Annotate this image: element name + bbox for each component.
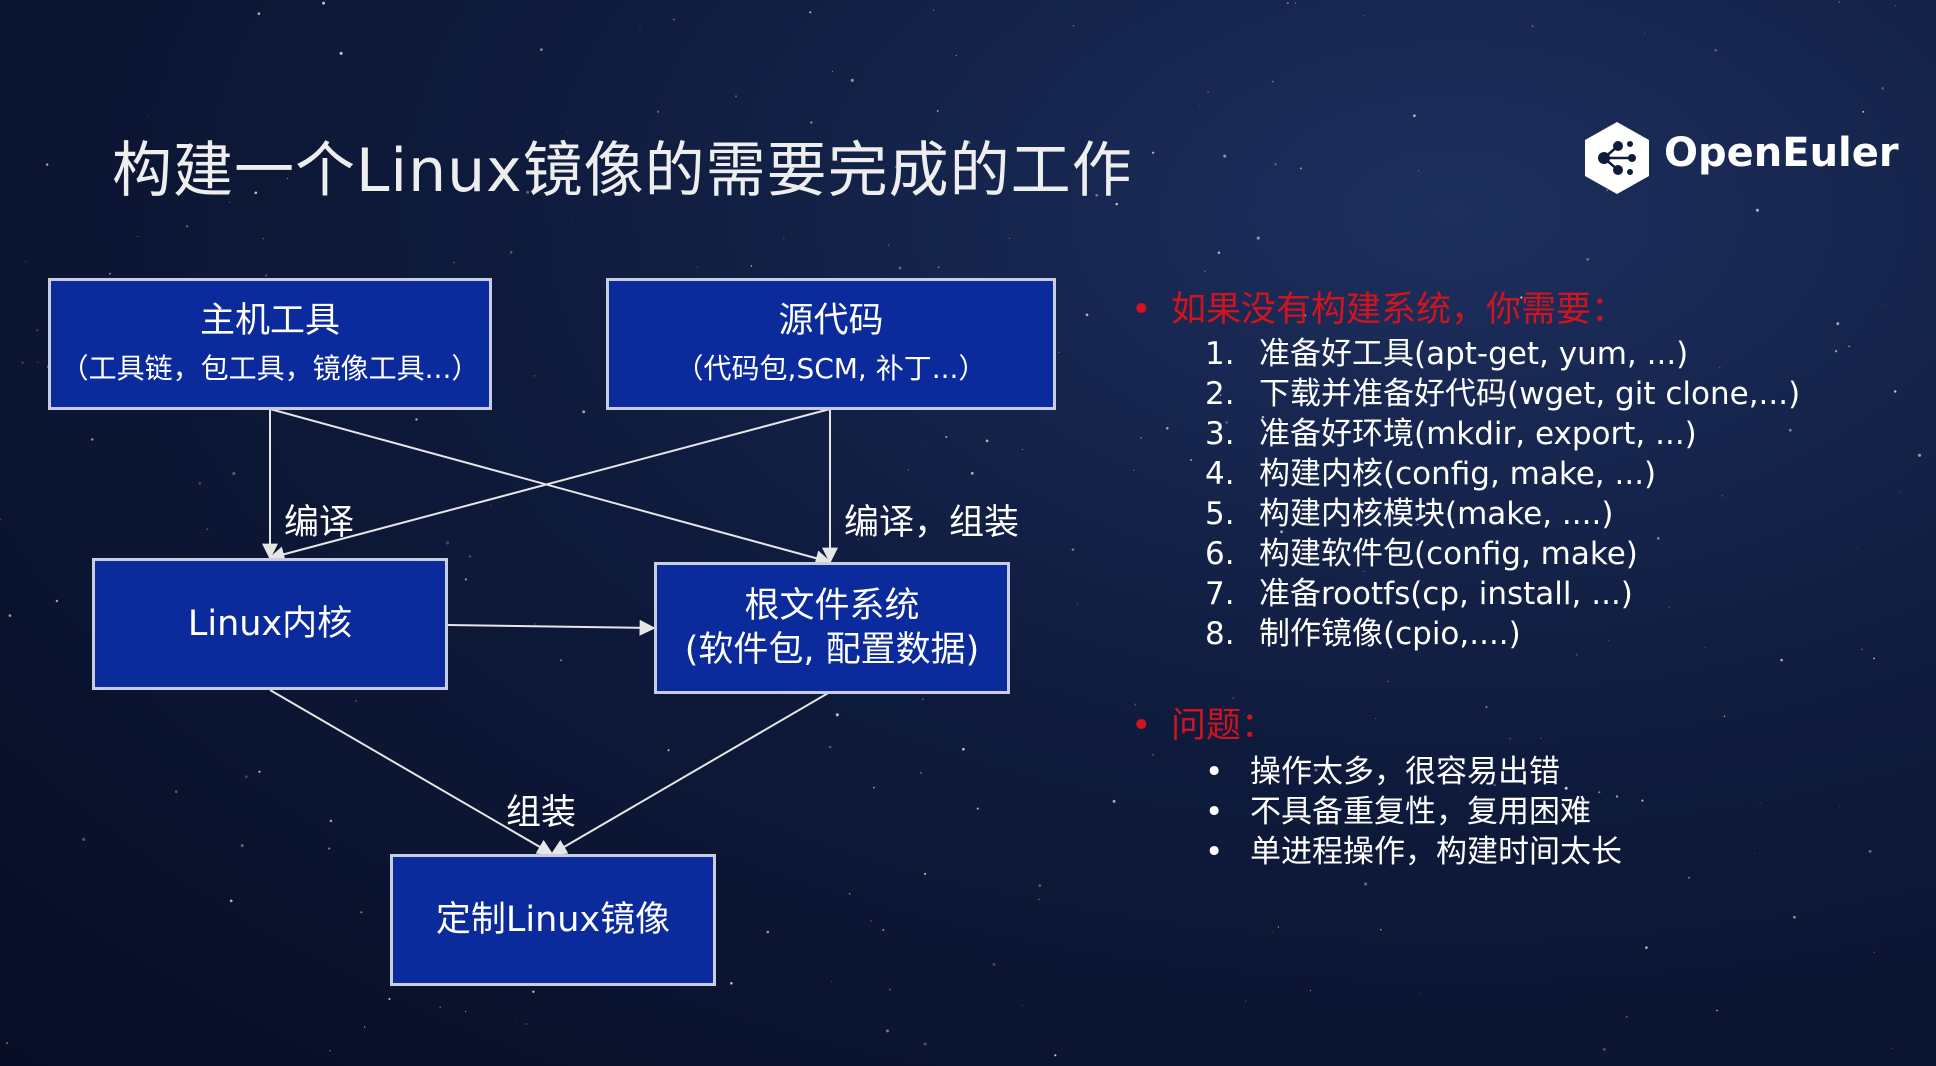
node-linux-kernel: Linux内核	[92, 558, 448, 690]
list-item: 7. 准备rootfs(cp, install, ...)	[1205, 576, 1633, 612]
steps-list: 1. 准备好工具(apt-get, yum, ...) 2. 下载并准备好代码(wg…	[1125, 334, 1915, 654]
edge-label-assemble: 组装	[506, 793, 577, 833]
node-host-tools: 主机工具 （工具链，包工具，镜像工具...）	[48, 278, 492, 410]
node-host-tools-title: 主机工具	[199, 301, 340, 341]
list-item: 1. 准备好工具(apt-get, yum, ...)	[1205, 336, 1689, 372]
node-custom-image-title: 定制Linux镜像	[435, 900, 671, 940]
node-source-code: 源代码 （代码包,SCM, 补丁...）	[606, 278, 1056, 410]
bullet-dot: •	[1131, 706, 1152, 746]
node-rootfs-title: 根文件系统	[744, 586, 920, 626]
no-build-system-heading: • 如果没有构建系统，你需要：	[1125, 286, 1915, 334]
list-item: 5. 构建内核模块(make, ....)	[1205, 496, 1614, 532]
list-item: • 操作太多，很容易出错	[1205, 754, 1560, 790]
node-custom-image: 定制Linux镜像	[390, 854, 716, 986]
node-host-tools-subtitle: （工具链，包工具，镜像工具...）	[60, 352, 480, 385]
problems-list: • 操作太多，很容易出错 • 不具备重复性，复用困难 • 单进程操作，构建时间太长	[1125, 752, 1915, 872]
list-item: • 不具备重复性，复用困难	[1205, 794, 1591, 830]
list-item: 4. 构建内核(config, make, ...)	[1205, 456, 1657, 492]
problems-heading-text: 问题：	[1171, 706, 1277, 746]
list-item: 2. 下载并准备好代码(wget, git clone,...)	[1205, 376, 1801, 412]
arrow-rootfs-to-image	[550, 691, 831, 855]
edge-label-compile-assemble: 编译，组装	[844, 503, 1020, 543]
list-item: 3. 准备好环境(mkdir, export, ...)	[1205, 416, 1697, 452]
info-panel: • 如果没有构建系统，你需要： 1. 准备好工具(apt-get, yum, ..…	[1125, 286, 1915, 872]
node-rootfs-subtitle: (软件包, 配置数据)	[684, 630, 980, 670]
node-rootfs: 根文件系统 (软件包, 配置数据)	[654, 562, 1010, 694]
list-item: 8. 制作镜像(cpio,....)	[1205, 616, 1521, 652]
node-source-code-subtitle: （代码包,SCM, 补丁...）	[675, 352, 987, 385]
node-linux-kernel-title: Linux内核	[187, 604, 353, 644]
arrow-kernel-to-rootfs	[447, 619, 656, 636]
list-item: • 单进程操作，构建时间太长	[1205, 834, 1622, 870]
problems-heading: • 问题：	[1125, 702, 1915, 750]
list-item: 6. 构建软件包(config, make)	[1205, 536, 1638, 572]
bullet-dot: •	[1131, 290, 1152, 330]
edge-label-compile: 编译	[284, 503, 355, 543]
no-build-system-heading-text: 如果没有构建系统，你需要：	[1171, 290, 1627, 330]
node-source-code-title: 源代码	[778, 301, 884, 341]
